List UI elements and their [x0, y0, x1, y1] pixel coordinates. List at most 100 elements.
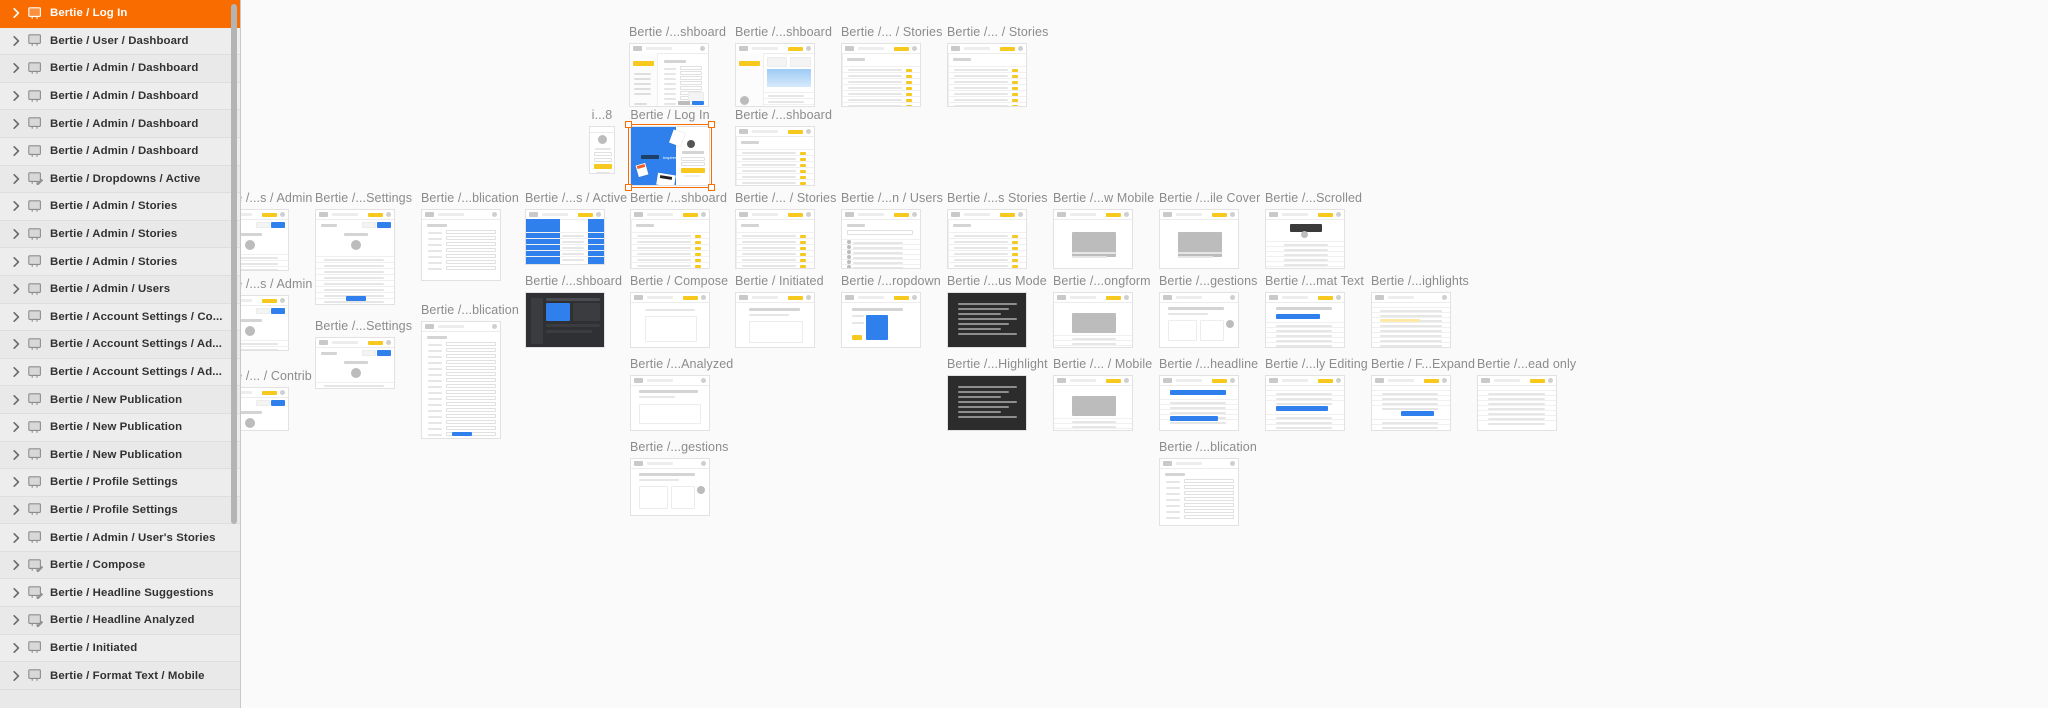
- chevron-right-icon[interactable]: [8, 311, 24, 322]
- artboard-name[interactable]: Bertie /...s / Admin: [241, 191, 312, 205]
- layer-row[interactable]: Bertie / New Publication: [0, 386, 240, 414]
- artboard-thumbnail[interactable]: [630, 458, 710, 516]
- artboard[interactable]: Bertie /... / Mobile: [1053, 357, 1152, 431]
- chevron-right-icon[interactable]: [8, 91, 24, 102]
- chevron-right-icon[interactable]: [8, 615, 24, 626]
- artboard-name[interactable]: Bertie /...blication: [421, 303, 519, 317]
- chevron-right-icon[interactable]: [8, 63, 24, 74]
- artboard-thumbnail[interactable]: [1053, 375, 1133, 431]
- layer-row[interactable]: Bertie / Initiated: [0, 634, 240, 663]
- layer-row[interactable]: Bertie / Headline Suggestions: [0, 579, 240, 608]
- artboard-thumbnail[interactable]: [841, 292, 921, 348]
- artboard[interactable]: Bertie /... / Stories: [947, 25, 1048, 107]
- artboard-name[interactable]: Bertie /...shboard: [735, 108, 832, 122]
- chevron-right-icon[interactable]: [8, 35, 24, 46]
- artboard-name[interactable]: Bertie /...ile Cover: [1159, 191, 1260, 205]
- artboard-thumbnail[interactable]: [525, 209, 605, 265]
- artboard-thumbnail[interactable]: [1159, 292, 1239, 348]
- chevron-right-icon[interactable]: [8, 560, 24, 571]
- chevron-right-icon[interactable]: [8, 504, 24, 515]
- artboard[interactable]: Bertie /...w Mobile: [1053, 191, 1154, 269]
- artboard[interactable]: Bertie /...n / Users: [841, 191, 943, 269]
- artboard-thumbnail[interactable]: [1371, 375, 1451, 431]
- artboard-thumbnail[interactable]: [947, 375, 1027, 431]
- artboard-name[interactable]: Bertie /...headline: [1159, 357, 1258, 371]
- artboard-name[interactable]: Bertie /... / Stories: [947, 25, 1048, 39]
- artboard-name[interactable]: Bertie /...blication: [421, 191, 519, 205]
- layer-row[interactable]: Bertie / New Publication: [0, 413, 240, 442]
- chevron-right-icon[interactable]: [8, 229, 24, 240]
- artboard[interactable]: Bertie /...gestions: [630, 440, 728, 516]
- artboard[interactable]: i...8: [589, 108, 615, 174]
- layer-row[interactable]: Bertie / Admin / Users: [0, 275, 240, 304]
- artboard[interactable]: Bertie /...gestions: [1159, 274, 1257, 348]
- layer-row[interactable]: Bertie / Admin / Dashboard: [0, 55, 240, 83]
- chevron-right-icon[interactable]: [8, 284, 24, 295]
- artboard-thumbnail[interactable]: Inspired: [630, 126, 710, 186]
- artboard[interactable]: Bertie /... / Stories: [735, 191, 836, 269]
- artboard[interactable]: Bertie /...s Stories: [947, 191, 1048, 269]
- artboard[interactable]: Bertie /...ongform: [1053, 274, 1151, 348]
- layers-list[interactable]: Bertie / Log In Bertie / User / Dashboard…: [0, 0, 240, 690]
- chevron-right-icon[interactable]: [8, 173, 24, 184]
- chevron-right-icon[interactable]: [8, 339, 24, 350]
- layer-row[interactable]: Bertie / Dropdowns / Active: [0, 165, 240, 194]
- chevron-right-icon[interactable]: [8, 367, 24, 378]
- chevron-right-icon[interactable]: [8, 670, 24, 681]
- layer-row[interactable]: Bertie / Profile Settings: [0, 469, 240, 497]
- artboard-thumbnail[interactable]: [421, 321, 501, 439]
- artboard-name[interactable]: Bertie /...Scrolled: [1265, 191, 1362, 205]
- artboard-thumbnail[interactable]: [947, 43, 1027, 107]
- artboard[interactable]: Bertie /...headline: [1159, 357, 1258, 431]
- artboard-thumbnail[interactable]: [1265, 292, 1345, 348]
- artboard[interactable]: Bertie /...s / Active: [525, 191, 627, 265]
- artboard-name[interactable]: Bertie /...shboard: [629, 25, 726, 39]
- artboard-name[interactable]: Bertie /...gestions: [1159, 274, 1257, 288]
- artboard[interactable]: Bertie /...mat Text: [1265, 274, 1364, 348]
- artboard[interactable]: Bertie / Initiated: [735, 274, 824, 348]
- artboard[interactable]: Bertie /...blication: [421, 191, 519, 281]
- layer-row[interactable]: Bertie / Admin / Stories: [0, 220, 240, 249]
- artboard-thumbnail[interactable]: [1159, 458, 1239, 526]
- artboard[interactable]: Bertie / F...Expand: [1371, 357, 1475, 431]
- chevron-right-icon[interactable]: [8, 118, 24, 129]
- layer-row[interactable]: Bertie / Account Settings / Ad...: [0, 358, 240, 387]
- artboard[interactable]: Bertie /...Scrolled: [1265, 191, 1362, 269]
- layers-sidebar[interactable]: Bertie / Log In Bertie / User / Dashboard…: [0, 0, 241, 708]
- artboard-canvas[interactable]: Bertie /...shboard Bertie /...shboard Bert…: [241, 0, 2048, 708]
- artboard[interactable]: Bertie /...s / Admin: [241, 277, 312, 351]
- artboard-name[interactable]: Bertie /... / Contrib: [241, 369, 312, 383]
- artboard-thumbnail[interactable]: [841, 209, 921, 269]
- artboard-name[interactable]: Bertie /...ighlights: [1371, 274, 1469, 288]
- artboard[interactable]: Bertie /...Highlight: [947, 357, 1048, 431]
- layer-row[interactable]: Bertie / Admin / Dashboard: [0, 110, 240, 138]
- artboard[interactable]: Bertie /...shboard: [629, 25, 726, 107]
- artboard-thumbnail[interactable]: [947, 292, 1027, 348]
- artboard[interactable]: Bertie /...shboard: [735, 108, 832, 186]
- artboard-thumbnail[interactable]: [1265, 375, 1345, 431]
- artboard-name[interactable]: Bertie /...mat Text: [1265, 274, 1364, 288]
- artboard[interactable]: Bertie /...Analyzed: [630, 357, 733, 431]
- artboard-name[interactable]: Bertie / Initiated: [735, 274, 824, 288]
- artboard-thumbnail[interactable]: [1265, 209, 1345, 269]
- layer-row[interactable]: Bertie / Profile Settings: [0, 496, 240, 525]
- chevron-right-icon[interactable]: [8, 256, 24, 267]
- artboard-thumbnail[interactable]: [1477, 375, 1557, 431]
- artboard[interactable]: Bertie /...Settings: [315, 319, 412, 389]
- artboard[interactable]: Bertie /...us Mode: [947, 274, 1047, 348]
- artboard[interactable]: Bertie /...ly Editing: [1265, 357, 1368, 431]
- artboard-thumbnail[interactable]: [315, 209, 395, 305]
- artboard-thumbnail[interactable]: [630, 209, 710, 269]
- artboard-name[interactable]: Bertie /... / Stories: [841, 25, 942, 39]
- artboard[interactable]: Bertie / Log In Inspired: [625, 108, 715, 191]
- artboard-name[interactable]: Bertie / Log In: [630, 108, 710, 122]
- artboard[interactable]: Bertie / Compose: [630, 274, 728, 348]
- artboard-thumbnail[interactable]: [735, 292, 815, 348]
- artboard-name[interactable]: Bertie /...w Mobile: [1053, 191, 1154, 205]
- chevron-right-icon[interactable]: [8, 642, 24, 653]
- chevron-right-icon[interactable]: [8, 394, 24, 405]
- layer-row[interactable]: Bertie / Account Settings / Co...: [0, 303, 240, 332]
- artboard-thumbnail[interactable]: [735, 43, 815, 107]
- layer-row[interactable]: Bertie / Account Settings / Ad...: [0, 331, 240, 359]
- artboard-name[interactable]: Bertie /...s / Active: [525, 191, 627, 205]
